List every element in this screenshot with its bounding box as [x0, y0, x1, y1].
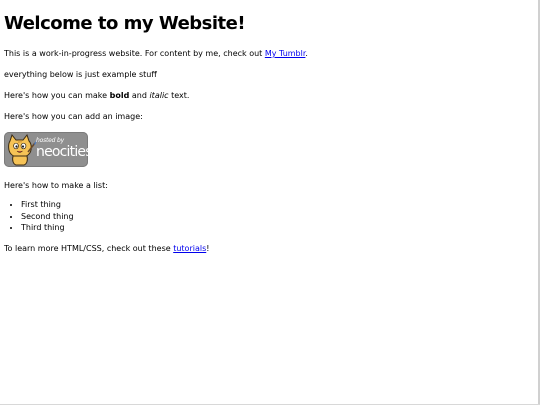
bold-text: bold [109, 91, 130, 100]
intro-paragraph: This is a work-in-progress website. For … [4, 48, 536, 59]
image-paragraph: Here's how you can add an image: [4, 112, 143, 121]
learn-text: To learn more HTML/CSS, check out these [4, 243, 174, 253]
list-item: Second thing [21, 211, 536, 223]
list-item: Third thing [21, 222, 536, 234]
tutorials-link[interactable]: tutorials [173, 244, 206, 253]
formatting-paragraph: Here's how you can make bold and italic … [4, 90, 536, 101]
neocities-cat-icon [8, 133, 37, 166]
list-item: First thing [21, 199, 536, 211]
intro-text: This is a work-in-progress website. For … [4, 49, 265, 58]
tumblr-link[interactable]: My Tumblr [265, 49, 306, 58]
italic-text: italic [149, 91, 169, 100]
neocities-badge-image: hosted by neocities [4, 132, 93, 167]
example-note: everything below is just example stuff [4, 70, 157, 79]
page-title: Welcome to my Website! [4, 13, 246, 34]
list-paragraph: Here's how to make a list: [4, 181, 108, 190]
learn-exclamation: ! [206, 243, 210, 253]
learn-paragraph: To learn more HTML/CSS, check out these … [4, 243, 536, 254]
example-list: First thing Second thing Third thing [4, 199, 536, 234]
badge-neocities-text: neocities [36, 144, 93, 160]
page: Welcome to my Website! This is a work-in… [0, 0, 540, 405]
formatting-text-start: Here's how you can make [4, 91, 110, 100]
formatting-text-end: text. [168, 91, 190, 100]
formatting-text-middle: and [129, 91, 150, 100]
intro-period: . [305, 49, 308, 58]
badge-hosted-by-text: hosted by [36, 137, 64, 144]
